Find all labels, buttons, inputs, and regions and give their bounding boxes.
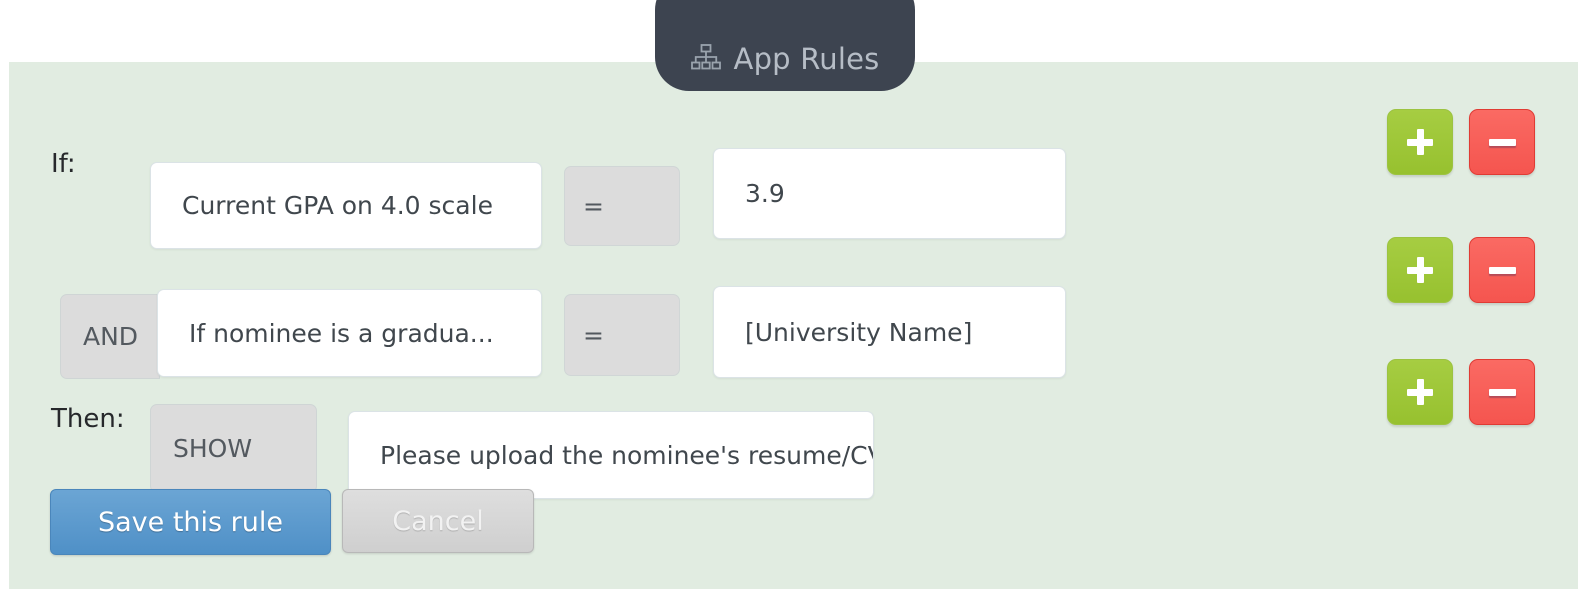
add-condition-button[interactable] xyxy=(1387,237,1453,303)
sitemap-icon xyxy=(690,44,721,75)
rule-builder-panel: If: Current GPA on 4.0 scale = 3.9 AND I… xyxy=(9,62,1578,589)
condition-row: AND If nominee is a gradua... = [Univers… xyxy=(9,229,1578,379)
remove-action-button[interactable] xyxy=(1469,359,1535,425)
remove-condition-button[interactable] xyxy=(1469,237,1535,303)
condition-row-actions xyxy=(1387,237,1535,303)
condition-prefix-label: If: xyxy=(51,149,76,179)
condition-value-input[interactable]: 3.9 xyxy=(713,148,1066,239)
condition-row-actions xyxy=(1387,109,1535,175)
action-row: Then: SHOW Please upload the nominee's r… xyxy=(9,354,1578,499)
add-condition-button[interactable] xyxy=(1387,109,1453,175)
action-target-select[interactable]: Please upload the nominee's resume/CV... xyxy=(348,411,874,499)
app-rules-tab[interactable]: App Rules xyxy=(655,0,915,91)
cancel-button[interactable]: Cancel xyxy=(342,489,534,553)
app-rules-tab-label: App Rules xyxy=(733,42,880,76)
form-actions: Save this rule Cancel xyxy=(50,489,534,555)
save-rule-button[interactable]: Save this rule xyxy=(50,489,331,555)
action-prefix-label: Then: xyxy=(51,404,125,434)
app-rules-tab-content: App Rules xyxy=(690,42,880,76)
action-row-actions xyxy=(1387,359,1535,425)
add-action-button[interactable] xyxy=(1387,359,1453,425)
condition-row: If: Current GPA on 4.0 scale = 3.9 xyxy=(9,101,1578,249)
remove-condition-button[interactable] xyxy=(1469,109,1535,175)
action-type-select[interactable]: SHOW xyxy=(150,404,317,493)
